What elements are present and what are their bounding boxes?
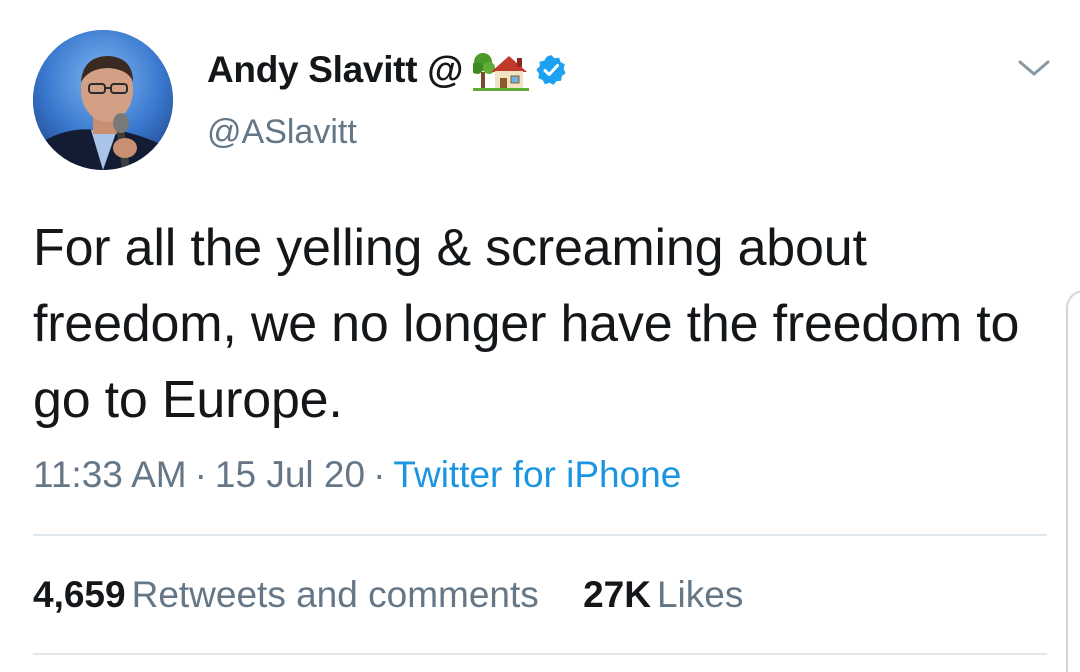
retweets-label: Retweets and comments xyxy=(131,574,539,615)
avatar[interactable] xyxy=(33,30,173,170)
avatar-image xyxy=(33,30,173,170)
retweets-count: 4,659 xyxy=(33,574,126,615)
author-name-row[interactable]: Andy Slavitt @ xyxy=(207,44,567,96)
author-display-name[interactable]: Andy Slavitt @ xyxy=(207,49,463,91)
metadata-separator: · xyxy=(194,454,207,495)
tree-house-emoji-icon xyxy=(470,48,529,92)
metadata-separator: · xyxy=(373,454,386,495)
verified-badge-icon xyxy=(535,54,567,86)
divider xyxy=(33,534,1047,536)
tweet-stats: 4,659 Retweets and comments 27K Likes xyxy=(33,574,743,616)
tweet-text: For all the yelling & screaming about fr… xyxy=(33,219,1020,429)
tweet-time[interactable]: 11:33 AM xyxy=(33,454,187,495)
tweet-source-link[interactable]: Twitter for iPhone xyxy=(393,454,681,495)
author-handle[interactable]: @ASlavitt xyxy=(207,113,357,152)
likes-stat[interactable]: 27K Likes xyxy=(583,574,743,616)
likes-label: Likes xyxy=(656,574,744,615)
tweet-date[interactable]: 15 Jul 20 xyxy=(215,454,365,495)
likes-count: 27K xyxy=(583,574,651,615)
tweet-metadata: 11:33 AM · 15 Jul 20 · Twitter for iPhone xyxy=(33,454,681,496)
screen-edge xyxy=(1066,290,1080,672)
retweets-stat[interactable]: 4,659 Retweets and comments xyxy=(33,574,539,616)
chevron-down-icon[interactable] xyxy=(1016,52,1052,82)
